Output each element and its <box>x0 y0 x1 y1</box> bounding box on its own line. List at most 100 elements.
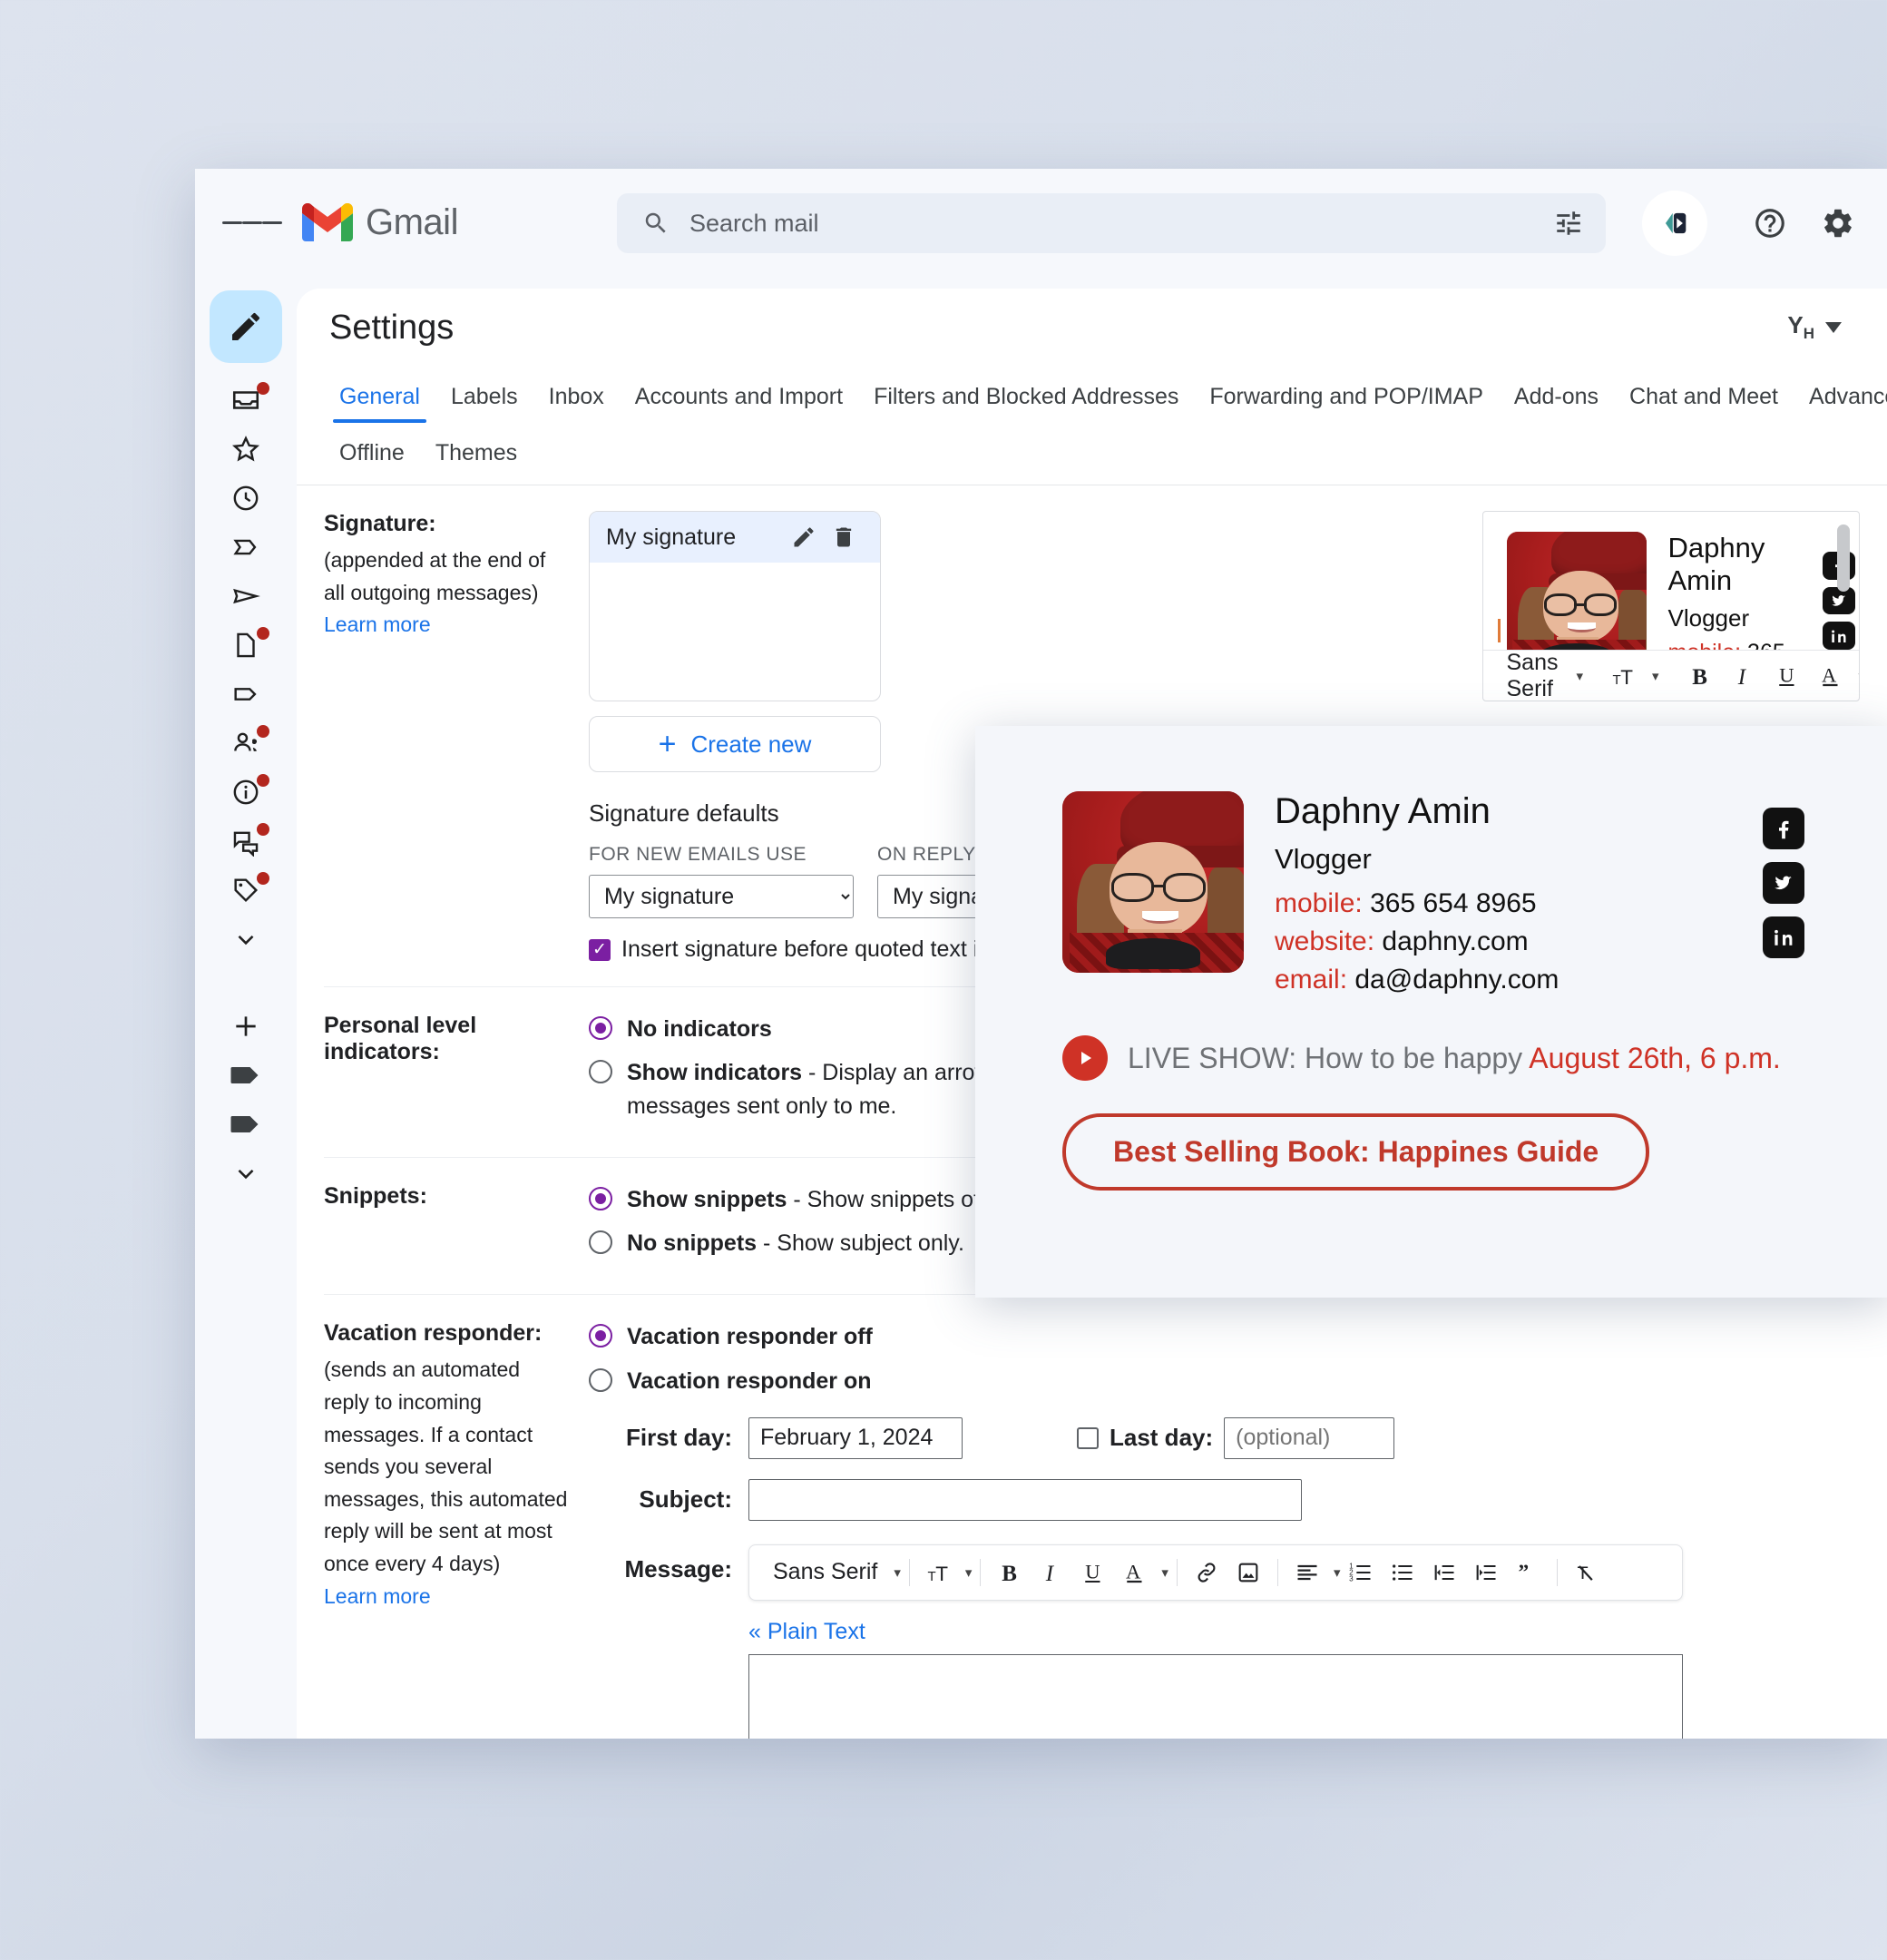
underline-icon[interactable]: U <box>1072 1552 1114 1593</box>
gmail-logo[interactable]: Gmail <box>302 202 458 243</box>
top-bar: Gmail Search mail <box>195 169 1887 276</box>
sidebar-item-inbox[interactable] <box>195 376 297 425</box>
last-day-group[interactable]: Last day: <box>1077 1416 1395 1459</box>
sidebar-add-label[interactable] <box>195 1002 297 1051</box>
text-color-icon[interactable]: A <box>1810 655 1852 697</box>
list-item[interactable]: My signature <box>590 512 880 563</box>
sidebar-expand-more[interactable] <box>195 915 297 964</box>
font-size-icon[interactable]: TT <box>1603 655 1645 697</box>
settings-gear-icon[interactable] <box>1805 191 1871 256</box>
chevron-down-icon[interactable]: ▾ <box>1576 668 1583 684</box>
tab-labels[interactable]: Labels <box>435 384 533 423</box>
tab-filters-blocked[interactable]: Filters and Blocked Addresses <box>858 384 1194 423</box>
first-day-input[interactable] <box>748 1416 963 1459</box>
tab-accounts-import[interactable]: Accounts and Import <box>620 384 858 423</box>
font-size-icon[interactable]: TT <box>918 1552 960 1593</box>
chevron-down-icon[interactable]: ▾ <box>1652 668 1659 684</box>
indent-less-icon[interactable] <box>1423 1552 1465 1593</box>
sidebar-item-info[interactable] <box>195 768 297 817</box>
create-new-signature-button[interactable]: + Create new <box>589 716 881 772</box>
chevron-down-icon[interactable]: ▾ <box>894 1564 901 1581</box>
linkedin-icon[interactable] <box>1822 622 1855 650</box>
vacation-learn-more-link[interactable]: Learn more <box>324 1584 431 1609</box>
signature-preview-scrollbar[interactable] <box>1837 524 1850 592</box>
chevron-down-icon[interactable]: ▾ <box>1161 1564 1168 1581</box>
edit-signature-button[interactable] <box>784 524 824 550</box>
indent-more-icon[interactable] <box>1465 1552 1507 1593</box>
vacation-message-textarea[interactable] <box>748 1653 1683 1739</box>
font-family-select[interactable]: Sans Serif <box>1496 650 1569 701</box>
link-icon[interactable] <box>1186 1552 1227 1593</box>
radio-vacation-on[interactable]: Vacation responder on <box>589 1365 1860 1397</box>
bulleted-list-icon[interactable] <box>1382 1552 1423 1593</box>
sidebar-label-2[interactable] <box>195 1100 297 1149</box>
sidebar-item-snoozed[interactable] <box>195 474 297 523</box>
compose-button[interactable] <box>210 290 282 363</box>
radio-unselected-icon <box>589 1230 612 1254</box>
remove-formatting-icon[interactable]: T <box>1566 1552 1608 1593</box>
new-emails-caption: FOR NEW EMAILS USE <box>589 844 807 865</box>
last-day-input[interactable] <box>1224 1416 1395 1459</box>
new-emails-signature-select[interactable]: My signature <box>589 875 854 918</box>
sidebar-expand-more-2[interactable] <box>195 1149 297 1198</box>
signature-learn-more-link[interactable]: Learn more <box>324 612 431 637</box>
signature-rich-editor[interactable]: Daphny Amin Vlogger mobile: 365 654 8965… <box>1481 511 1860 701</box>
sidebar-item-important[interactable] <box>195 523 297 572</box>
font-family-select[interactable]: Sans Serif <box>762 1559 888 1585</box>
tab-advanced[interactable]: Advanced <box>1794 384 1887 423</box>
chevron-down-icon[interactable]: ▾ <box>965 1564 973 1581</box>
insert-image-icon[interactable] <box>1227 1552 1269 1593</box>
plain-text-link[interactable]: « Plain Text <box>748 1619 865 1645</box>
chevron-down-icon[interactable]: ▾ <box>1334 1564 1341 1581</box>
toolbar-divider <box>980 1558 982 1586</box>
linkedin-icon[interactable] <box>1763 916 1804 958</box>
sidebar-item-labels[interactable] <box>195 670 297 719</box>
text-color-icon[interactable]: A <box>1114 1552 1156 1593</box>
support-toggle-icon[interactable] <box>1642 191 1707 256</box>
tab-forwarding-pop-imap[interactable]: Forwarding and POP/IMAP <box>1194 384 1499 423</box>
twitter-icon[interactable] <box>1763 862 1804 904</box>
underline-icon[interactable]: U <box>1766 655 1808 697</box>
best-selling-book-button[interactable]: Best Selling Book: Happines Guide <box>1062 1113 1650 1191</box>
facebook-icon[interactable] <box>1763 808 1804 849</box>
bold-icon[interactable]: B <box>1679 655 1721 697</box>
sidebar-item-drafts[interactable] <box>195 621 297 670</box>
signature-preview-role: Vlogger <box>1667 604 1750 632</box>
create-new-label: Create new <box>690 730 812 758</box>
sidebar-item-tag-alt[interactable] <box>195 866 297 915</box>
tab-themes[interactable]: Themes <box>420 440 533 479</box>
first-day-field-row: First day: Last day: <box>589 1416 1860 1459</box>
play-icon[interactable] <box>1062 1035 1108 1081</box>
unread-badge-dot <box>257 872 269 885</box>
bold-icon[interactable]: B <box>989 1552 1031 1593</box>
sidebar-item-chat[interactable] <box>195 817 297 866</box>
delete-signature-button[interactable] <box>824 524 864 550</box>
italic-icon[interactable]: I <box>1031 1552 1072 1593</box>
sidebar-item-contacts[interactable] <box>195 719 297 768</box>
hamburger-icon[interactable] <box>222 192 282 252</box>
help-icon[interactable] <box>1737 191 1803 256</box>
tab-chat-and-meet[interactable]: Chat and Meet <box>1614 384 1794 423</box>
numbered-list-icon[interactable]: 123 <box>1340 1552 1382 1593</box>
chevron-down-icon[interactable]: ▾ <box>1859 668 1860 684</box>
tab-general[interactable]: General <box>324 384 435 423</box>
radio-vacation-off[interactable]: Vacation responder off <box>589 1320 1860 1353</box>
google-apps-icon[interactable] <box>1878 191 1887 256</box>
star-icon <box>232 436 259 462</box>
tab-add-ons[interactable]: Add-ons <box>1499 384 1614 423</box>
search-options-icon[interactable] <box>1553 208 1584 239</box>
sidebar-label-1[interactable] <box>195 1051 297 1100</box>
quote-icon[interactable]: ” <box>1507 1552 1549 1593</box>
sidebar-item-sent[interactable] <box>195 572 297 621</box>
sidebar-item-starred[interactable] <box>195 425 297 474</box>
tab-inbox[interactable]: Inbox <box>533 384 620 423</box>
subject-input[interactable] <box>748 1478 1302 1521</box>
search-input[interactable]: Search mail <box>617 193 1606 253</box>
signature-name: My signature <box>606 524 737 550</box>
twitter-icon[interactable] <box>1822 586 1855 615</box>
tab-offline[interactable]: Offline <box>324 440 420 479</box>
trash-icon <box>836 527 852 547</box>
sort-control[interactable]: YH <box>1787 311 1854 343</box>
align-icon[interactable] <box>1286 1552 1328 1593</box>
italic-icon[interactable]: I <box>1723 655 1765 697</box>
